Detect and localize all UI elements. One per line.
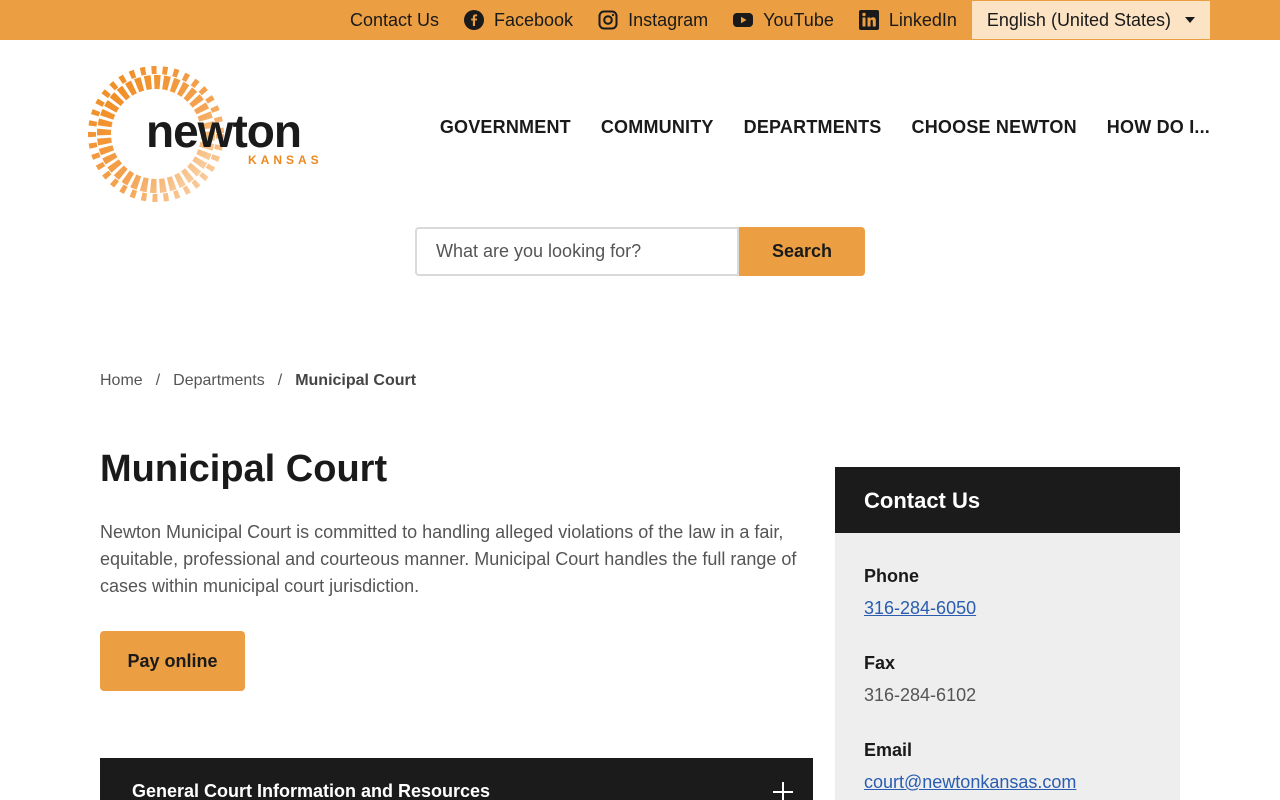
nav-item-community[interactable]: COMMUNITY (601, 117, 714, 138)
email-link[interactable]: court@newtonkansas.com (864, 772, 1076, 793)
youtube-icon (733, 13, 754, 27)
pay-online-button[interactable]: Pay online (100, 631, 245, 691)
logo-subtitle: KANSAS (248, 153, 323, 167)
facebook-icon (464, 10, 484, 30)
search-button[interactable]: Search (739, 227, 865, 276)
search-input[interactable] (415, 227, 739, 276)
nav-item-choose-newton[interactable]: CHOOSE NEWTON (912, 117, 1077, 138)
plus-icon (773, 782, 793, 800)
contact-heading-box: Contact Us (835, 467, 1180, 533)
linkedin-icon (858, 10, 879, 30)
phone-label: Phone (864, 566, 920, 586)
utility-links: Contact Us Facebook Instagram YouTube Li… (350, 0, 1210, 40)
youtube-link[interactable]: YouTube (733, 10, 834, 31)
contact-details: Phone 316-284-6050 Fax 316-284-6102 Emai… (835, 533, 1180, 800)
accordion-general-court-info[interactable]: General Court Information and Resources (100, 758, 813, 800)
breadcrumb: Home / Departments / Municipal Court (100, 372, 416, 390)
nav-item-government[interactable]: GOVERNMENT (440, 117, 571, 138)
site-logo[interactable]: newton KANSAS (86, 60, 326, 208)
facebook-label: Facebook (494, 9, 574, 30)
instagram-link[interactable]: Instagram (598, 10, 708, 31)
linkedin-link[interactable]: LinkedIn (858, 9, 957, 31)
breadcrumb-current: Municipal Court (295, 372, 417, 389)
utility-bar: Contact Us Facebook Instagram YouTube Li… (0, 0, 1280, 40)
fax-value: 316-284-6102 (864, 685, 977, 705)
breadcrumb-departments[interactable]: Departments (173, 372, 265, 390)
youtube-label: YouTube (763, 9, 834, 30)
contact-us-link[interactable]: Contact Us (350, 10, 439, 31)
main-nav: GOVERNMENT COMMUNITY DEPARTMENTS CHOOSE … (410, 117, 1210, 138)
instagram-icon (598, 10, 618, 30)
contact-us-label: Contact Us (349, 9, 439, 30)
facebook-link[interactable]: Facebook (464, 10, 573, 31)
chevron-down-icon (1185, 17, 1195, 23)
breadcrumb-home[interactable]: Home (100, 372, 143, 390)
breadcrumb-separator: / (155, 372, 161, 389)
language-select[interactable]: English (United States) (971, 1, 1210, 39)
site-search: Search (415, 227, 865, 276)
language-value: English (United States) (986, 9, 1171, 30)
nav-item-how-do-i[interactable]: HOW DO I... (1107, 117, 1210, 138)
linkedin-label: LinkedIn (888, 9, 957, 30)
nav-item-departments[interactable]: DEPARTMENTS (744, 117, 882, 138)
instagram-label: Instagram (628, 9, 709, 30)
page-title: Municipal Court (100, 448, 388, 490)
contact-heading: Contact Us (864, 488, 981, 513)
phone-link[interactable]: 316-284-6050 (864, 598, 976, 619)
breadcrumb-separator: / (277, 372, 283, 389)
logo-wordmark: newton (146, 105, 302, 157)
email-label: Email (864, 740, 913, 760)
accordion-label: General Court Information and Resources (132, 781, 491, 800)
intro-text: Newton Municipal Court is committed to h… (100, 522, 797, 596)
fax-label: Fax (864, 653, 896, 673)
